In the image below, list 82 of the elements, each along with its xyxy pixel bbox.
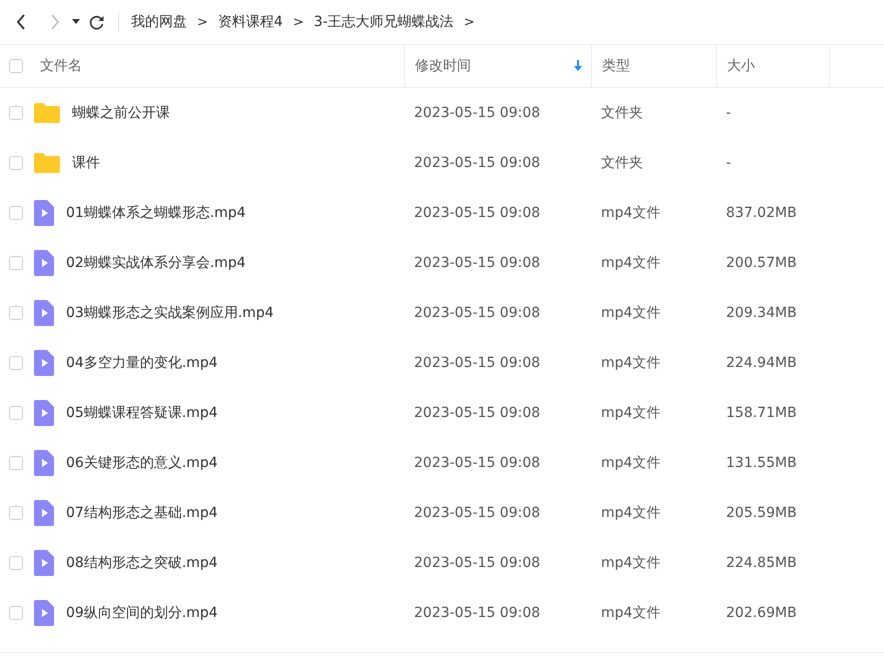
file-name[interactable]: 07结构形态之基础.mp4 bbox=[66, 504, 218, 522]
file-name[interactable]: 06关键形态的意义.mp4 bbox=[66, 454, 218, 472]
back-icon[interactable] bbox=[16, 14, 26, 30]
file-name[interactable]: 02蝴蝶实战体系分享会.mp4 bbox=[66, 254, 246, 272]
column-header[interactable]: 修改时间 bbox=[404, 45, 591, 87]
modified-time: 2023-05-15 09:08 bbox=[414, 605, 540, 621]
modified-time: 2023-05-15 09:08 bbox=[414, 355, 540, 371]
breadcrumb-link[interactable]: 3-王志大师兄蝴蝶战法 bbox=[314, 13, 454, 31]
row-checkbox[interactable] bbox=[9, 156, 23, 170]
folder-icon bbox=[34, 153, 60, 173]
file-size: 837.02MB bbox=[726, 205, 797, 221]
breadcrumb-link[interactable]: 我的网盘 bbox=[131, 13, 187, 31]
folder-icon bbox=[34, 103, 60, 123]
file-name[interactable]: 03蝴蝶形态之实战案例应用.mp4 bbox=[66, 304, 274, 322]
file-size: 224.94MB bbox=[726, 355, 797, 371]
column-header[interactable]: 文件名 bbox=[28, 45, 404, 87]
file-type: mp4文件 bbox=[601, 604, 660, 622]
file-size: - bbox=[726, 155, 732, 171]
file-size: 131.55MB bbox=[726, 455, 797, 471]
file-type: 文件夹 bbox=[601, 154, 643, 172]
file-name[interactable]: 蝴蝶之前公开课 bbox=[72, 104, 170, 122]
file-name[interactable]: 04多空力量的变化.mp4 bbox=[66, 354, 218, 372]
file-name[interactable]: 09纵向空间的划分.mp4 bbox=[66, 604, 218, 622]
column-header[interactable]: 大小 bbox=[716, 45, 829, 87]
row-checkbox[interactable] bbox=[9, 356, 23, 370]
video-file-icon bbox=[34, 600, 54, 626]
row-checkbox[interactable] bbox=[9, 206, 23, 220]
modified-time: 2023-05-15 09:08 bbox=[414, 155, 540, 171]
video-file-icon bbox=[34, 450, 54, 476]
row-checkbox[interactable] bbox=[9, 306, 23, 320]
file-type: mp4文件 bbox=[601, 504, 660, 522]
modified-time: 2023-05-15 09:08 bbox=[414, 105, 540, 121]
video-file-icon bbox=[34, 550, 54, 576]
file-type: mp4文件 bbox=[601, 454, 660, 472]
row-checkbox[interactable] bbox=[9, 256, 23, 270]
refresh-icon[interactable] bbox=[89, 14, 105, 30]
column-header[interactable]: 类型 bbox=[591, 45, 716, 87]
file-name[interactable]: 08结构形态之突破.mp4 bbox=[66, 554, 218, 572]
file-name[interactable]: 01蝴蝶体系之蝴蝶形态.mp4 bbox=[66, 204, 246, 222]
video-file-icon bbox=[34, 350, 54, 376]
file-size: - bbox=[726, 105, 732, 121]
modified-time: 2023-05-15 09:08 bbox=[414, 505, 540, 521]
file-type: mp4文件 bbox=[601, 404, 660, 422]
video-file-icon bbox=[34, 200, 54, 226]
modified-time: 2023-05-15 09:08 bbox=[414, 405, 540, 421]
file-size: 209.34MB bbox=[726, 305, 797, 321]
file-size: 224.85MB bbox=[726, 555, 797, 571]
file-type: mp4文件 bbox=[601, 254, 660, 272]
file-size: 205.59MB bbox=[726, 505, 797, 521]
modified-time: 2023-05-15 09:08 bbox=[414, 555, 540, 571]
modified-time: 2023-05-15 09:08 bbox=[414, 205, 540, 221]
modified-time: 2023-05-15 09:08 bbox=[414, 255, 540, 271]
file-type: mp4文件 bbox=[601, 304, 660, 322]
modified-time: 2023-05-15 09:08 bbox=[414, 305, 540, 321]
file-size: 202.69MB bbox=[726, 605, 797, 621]
row-checkbox[interactable] bbox=[9, 556, 23, 570]
row-checkbox[interactable] bbox=[9, 606, 23, 620]
video-file-icon bbox=[34, 300, 54, 326]
file-type: mp4文件 bbox=[601, 554, 660, 572]
forward-icon[interactable] bbox=[50, 14, 60, 30]
row-checkbox[interactable] bbox=[9, 106, 23, 120]
file-name[interactable]: 05蝴蝶课程答疑课.mp4 bbox=[66, 404, 218, 422]
file-type: mp4文件 bbox=[601, 204, 660, 222]
video-file-icon bbox=[34, 250, 54, 276]
file-size: 200.57MB bbox=[726, 255, 797, 271]
video-file-icon bbox=[34, 400, 54, 426]
breadcrumb-separator: > bbox=[197, 14, 208, 30]
select-all-checkbox[interactable] bbox=[9, 59, 23, 73]
modified-time: 2023-05-15 09:08 bbox=[414, 455, 540, 471]
row-checkbox[interactable] bbox=[9, 456, 23, 470]
row-checkbox[interactable] bbox=[9, 506, 23, 520]
video-file-icon bbox=[34, 500, 54, 526]
breadcrumb-separator: > bbox=[292, 14, 304, 30]
file-type: 文件夹 bbox=[601, 104, 643, 122]
file-type: mp4文件 bbox=[601, 354, 660, 372]
sort-arrow-icon bbox=[573, 60, 583, 72]
row-checkbox[interactable] bbox=[9, 406, 23, 420]
dropdown-caret-icon[interactable] bbox=[72, 19, 80, 25]
file-size: 158.71MB bbox=[726, 405, 797, 421]
breadcrumb-link[interactable]: 资料课程4 bbox=[218, 13, 283, 31]
breadcrumb-separator: > bbox=[464, 14, 475, 30]
file-name[interactable]: 课件 bbox=[72, 154, 100, 172]
